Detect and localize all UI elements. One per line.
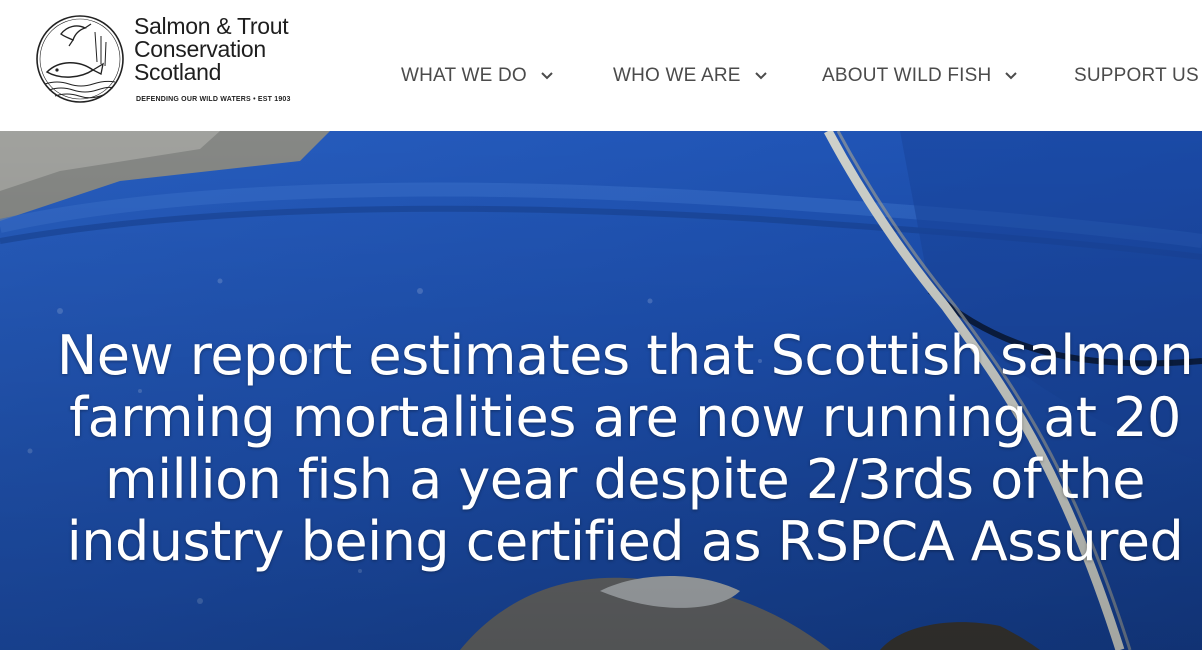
bird-fish-emblem-icon <box>36 15 124 103</box>
hero-banner: New report estimates that Scottish salmo… <box>0 131 1202 650</box>
site-logo[interactable]: Salmon & Trout Conservation Scotland DEF… <box>33 12 333 112</box>
main-navigation: WHAT WE DO WHO WE ARE ABOUT WILD FISH SU… <box>0 63 1202 89</box>
nav-item-label: WHAT WE DO <box>401 65 527 86</box>
chevron-down-icon <box>541 72 553 80</box>
chevron-down-icon <box>1005 72 1018 80</box>
nav-item-who-we-are[interactable]: WHO WE ARE <box>613 63 768 89</box>
brand-name-line-1: Salmon & Trout <box>134 13 289 39</box>
nav-item-support-us[interactable]: SUPPORT US <box>1074 63 1199 89</box>
brand-tagline: DEFENDING OUR WILD WATERS • EST 1903 <box>136 96 291 103</box>
nav-item-about-wild-fish[interactable]: ABOUT WILD FISH <box>822 63 1018 89</box>
nav-item-label: WHO WE ARE <box>613 65 741 86</box>
brand-name-line-2: Conservation <box>134 36 266 62</box>
site-header: Salmon & Trout Conservation Scotland DEF… <box>0 0 1202 131</box>
hero-headline: New report estimates that Scottish salmo… <box>56 324 1194 573</box>
nav-item-label: SUPPORT US <box>1074 65 1199 86</box>
chevron-down-icon <box>754 72 767 80</box>
nav-item-what-we-do[interactable]: WHAT WE DO <box>401 63 554 89</box>
nav-item-label: ABOUT WILD FISH <box>822 65 992 86</box>
